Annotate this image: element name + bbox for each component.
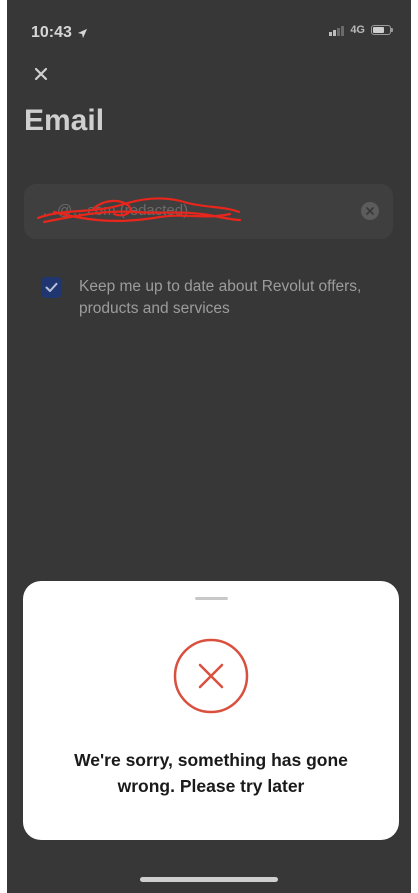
clear-circle-icon xyxy=(366,207,374,215)
status-bar-indicators: 4G xyxy=(329,24,393,36)
status-bar-time: 10:43 xyxy=(31,24,88,42)
sheet-grabber-handle[interactable] xyxy=(195,597,228,600)
signal-icon xyxy=(329,25,345,36)
app-screen: 10:43 4G Email …@…com (redacted) Keep me… xyxy=(7,0,411,893)
status-time-text: 10:43 xyxy=(31,24,72,41)
battery-icon xyxy=(371,25,393,35)
clear-input-button[interactable] xyxy=(361,202,379,220)
redaction-scribble xyxy=(36,197,242,224)
error-message: We're sorry, something has gone wrong. P… xyxy=(74,750,348,796)
close-button[interactable] xyxy=(29,62,53,86)
location-arrow-icon xyxy=(77,28,88,38)
page-title: Email xyxy=(24,104,105,137)
network-type: 4G xyxy=(350,24,365,36)
email-field[interactable]: …@…com (redacted) xyxy=(24,184,393,239)
marketing-opt-in-label: Keep me up to date about Revolut offers,… xyxy=(79,278,362,317)
marketing-opt-in-row: Keep me up to date about Revolut offers,… xyxy=(41,276,396,320)
marketing-opt-in-checkbox[interactable] xyxy=(41,277,62,298)
checkmark-icon xyxy=(45,282,58,292)
close-icon xyxy=(34,67,48,81)
home-indicator[interactable] xyxy=(140,877,278,882)
error-bottom-sheet: We're sorry, something has gone wrong. P… xyxy=(23,581,399,840)
error-circle-x-icon xyxy=(173,638,249,714)
